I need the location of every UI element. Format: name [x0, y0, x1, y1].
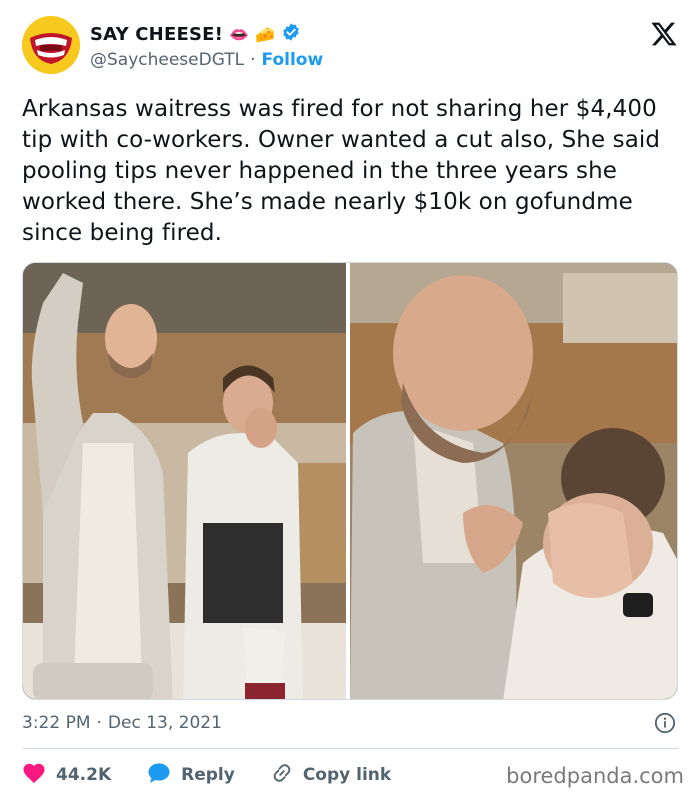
link-icon [271, 762, 293, 789]
reply-button[interactable]: Reply [147, 762, 235, 789]
tweet-time[interactable]: 3:22 PM [22, 713, 91, 733]
tweet-media[interactable] [22, 262, 678, 700]
handle-row: @SaycheeseDGTL · Follow [90, 50, 323, 70]
avatar-image [22, 16, 80, 74]
tweet-header: SAY CHEESE! 👄 🧀 @SaycheeseDGTL · Follow [22, 16, 682, 76]
divider [22, 748, 678, 749]
display-name[interactable]: SAY CHEESE! [90, 24, 223, 45]
like-button[interactable]: 44.2K [22, 762, 111, 789]
meta-separator: · [96, 713, 102, 733]
verified-badge-icon [281, 22, 301, 46]
copy-link-label: Copy link [302, 765, 392, 785]
follow-button[interactable]: Follow [262, 50, 324, 70]
name-row: SAY CHEESE! 👄 🧀 [90, 22, 323, 46]
copy-link-button[interactable]: Copy link [271, 762, 391, 789]
handle-separator: · [250, 50, 256, 70]
reply-label: Reply [181, 765, 235, 785]
x-logo-icon[interactable] [650, 20, 678, 48]
tweet-text: Arkansas waitress was fired for not shar… [22, 96, 661, 246]
tweet-actions: 44.2K Reply Copy link [22, 760, 427, 790]
lips-emoji: 👄 [229, 24, 249, 44]
user-handle[interactable]: @SaycheeseDGTL [90, 50, 244, 70]
photo-right [350, 263, 677, 699]
avatar[interactable] [22, 16, 80, 74]
heart-icon [22, 762, 46, 789]
cheese-emoji: 🧀 [254, 24, 275, 44]
tweet-meta: 3:22 PM · Dec 13, 2021 [22, 708, 678, 738]
photo-left [23, 263, 346, 699]
info-icon[interactable] [654, 712, 676, 734]
reply-bubble-icon [147, 762, 171, 789]
like-count: 44.2K [56, 765, 112, 785]
user-block: SAY CHEESE! 👄 🧀 @SaycheeseDGTL · Follow [90, 22, 323, 70]
tweet-date[interactable]: Dec 13, 2021 [108, 713, 222, 733]
watermark: boredpanda.com [506, 764, 684, 788]
